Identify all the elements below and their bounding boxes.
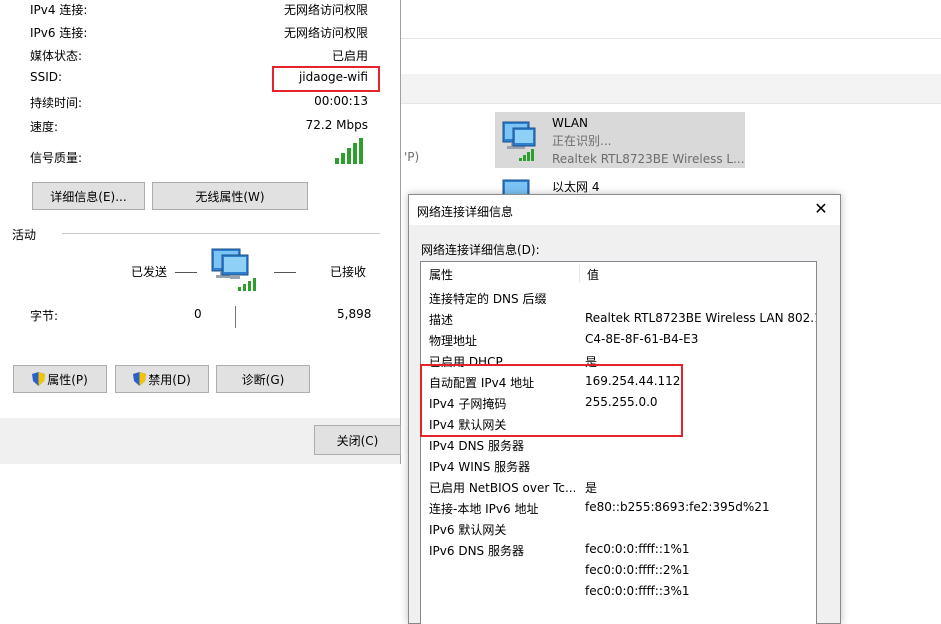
details-dialog-title: 网络连接详细信息	[417, 205, 514, 219]
details-titlebar[interactable]: 网络连接详细信息 ✕	[409, 195, 840, 225]
adapter-wlan[interactable]: WLAN 正在识别... Realtek RTL8723BE Wireless …	[495, 112, 745, 168]
row-property: IPv4 DNS 服务器	[429, 439, 524, 453]
signal-bar	[353, 143, 357, 164]
activity-section-label: 活动	[12, 228, 37, 242]
details-caption: 网络连接详细信息(D):	[421, 243, 540, 257]
info-label: IPv4 连接:	[30, 3, 88, 17]
close-button[interactable]: 关闭(C)	[314, 425, 401, 455]
diagnose-button[interactable]: 诊断(G)	[216, 365, 310, 393]
sent-connector	[175, 272, 197, 273]
wlan-status-dialog: IPv4 连接: 无网络访问权限 IPv6 连接: 无网络访问权限 媒体状态: …	[0, 0, 401, 464]
info-value: 已启用	[331, 49, 368, 63]
details-button[interactable]: 详细信息(E)...	[32, 182, 145, 210]
list-header: 属性 值	[421, 262, 816, 284]
sent-label: 已发送	[131, 265, 168, 279]
column-header-strip	[400, 74, 941, 104]
info-row-signal: 信号质量:	[30, 149, 370, 167]
info-row-speed: 速度: 72.2 Mbps	[30, 118, 370, 136]
received-label: 已接收	[330, 265, 367, 279]
info-row-ipv6: IPv6 连接: 无网络访问权限	[30, 24, 370, 42]
uac-shield-icon	[133, 372, 147, 386]
list-item[interactable]: 描述 Realtek RTL8723BE Wireless LAN 802.11	[421, 308, 817, 329]
properties-button-label: 属性(P)	[47, 372, 88, 387]
row-value: fec0:0:0:ffff::3%1	[585, 584, 690, 598]
list-item[interactable]: 已启用 NetBIOS over Tc... 是	[421, 476, 816, 497]
row-property: IPv4 WINS 服务器	[429, 460, 531, 474]
properties-button[interactable]: 属性(P)	[13, 365, 107, 393]
close-icon[interactable]: ✕	[812, 200, 830, 218]
row-property: 描述	[429, 313, 454, 327]
network-activity-icon	[211, 248, 256, 291]
list-item[interactable]: IPv6 DNS 服务器 fec0:0:0:ffff::1%1	[421, 539, 816, 560]
disable-button[interactable]: 禁用(D)	[115, 365, 209, 393]
info-row-duration: 持续时间: 00:00:13	[30, 94, 370, 112]
bytes-divider	[235, 306, 236, 328]
info-label: 信号质量:	[30, 151, 83, 165]
column-separator[interactable]	[579, 264, 580, 282]
info-label: SSID:	[30, 70, 63, 84]
info-label: 持续时间:	[30, 96, 83, 110]
info-value: 无网络访问权限	[283, 3, 368, 17]
info-row-ipv4: IPv4 连接: 无网络访问权限	[30, 1, 370, 19]
info-value: 72.2 Mbps	[305, 118, 368, 132]
adapter-status: 正在识别...	[552, 134, 612, 148]
wireless-properties-button[interactable]: 无线属性(W)	[152, 182, 308, 210]
list-item[interactable]: fec0:0:0:ffff::2%1	[421, 560, 816, 581]
info-value: 无网络访问权限	[283, 26, 368, 40]
activity-divider	[62, 233, 380, 234]
signal-bar	[359, 138, 363, 164]
signal-bar	[347, 148, 351, 164]
ssid-highlight-box	[272, 66, 380, 92]
info-row-media-state: 媒体状态: 已启用	[30, 47, 370, 65]
adapter-ethernet[interactable]: 以太网 4	[495, 176, 695, 196]
list-item[interactable]: fec0:0:0:ffff::3%1	[421, 581, 816, 602]
row-value: Realtek RTL8723BE Wireless LAN 802.11	[585, 311, 817, 325]
row-property: 已启用 NetBIOS over Tc...	[429, 481, 575, 495]
adapter-name: WLAN	[552, 116, 589, 130]
row-property: 物理地址	[429, 334, 478, 348]
column-header-value[interactable]: 值	[587, 266, 599, 283]
list-item[interactable]: IPv6 默认网关	[421, 518, 816, 539]
bytes-label: 字节:	[30, 309, 59, 323]
column-header-property[interactable]: 属性	[429, 266, 453, 283]
toolbar-divider	[400, 38, 941, 39]
row-value: 是	[585, 481, 598, 495]
list-item[interactable]: IPv4 DNS 服务器	[421, 434, 816, 455]
disable-button-label: 禁用(D)	[148, 372, 191, 387]
ipv4-highlight-box	[420, 364, 683, 437]
list-item[interactable]: 连接特定的 DNS 后缀	[421, 287, 816, 308]
signal-strength-icon	[335, 138, 363, 164]
row-value: fe80::b255:8693:fe2:395d%21	[585, 500, 770, 514]
wireless-adapter-icon	[502, 121, 536, 161]
row-property: 连接特定的 DNS 后缀	[429, 292, 547, 306]
row-property: 连接-本地 IPv6 地址	[429, 502, 539, 516]
bytes-received-value: 5,898	[337, 307, 372, 321]
row-property: IPv6 默认网关	[429, 523, 507, 537]
details-listview[interactable]: 属性 值 连接特定的 DNS 后缀 描述 Realtek RTL8723BE Wi…	[420, 261, 817, 624]
row-property: IPv6 DNS 服务器	[429, 544, 524, 558]
row-value: fec0:0:0:ffff::2%1	[585, 563, 690, 577]
signal-bar	[341, 153, 345, 164]
signal-bar	[335, 158, 339, 164]
info-label: IPv6 连接:	[30, 26, 88, 40]
row-value: C4-8E-8F-61-B4-E3	[585, 332, 699, 346]
adapter-device: Realtek RTL8723BE Wireless L...	[552, 152, 745, 166]
list-item[interactable]: 连接-本地 IPv6 地址 fe80::b255:8693:fe2:395d%21	[421, 497, 816, 518]
list-item[interactable]: 物理地址 C4-8E-8F-61-B4-E3	[421, 329, 816, 350]
info-value: 00:00:13	[314, 94, 368, 108]
info-label: 媒体状态:	[30, 49, 83, 63]
background-fragment-text: 'P)	[404, 150, 420, 164]
row-value: fec0:0:0:ffff::1%1	[585, 542, 690, 556]
uac-shield-icon	[32, 372, 46, 386]
list-item[interactable]: IPv4 WINS 服务器	[421, 455, 816, 476]
bytes-sent-value: 0	[194, 307, 202, 321]
received-connector	[274, 272, 296, 273]
info-label: 速度:	[30, 120, 59, 134]
